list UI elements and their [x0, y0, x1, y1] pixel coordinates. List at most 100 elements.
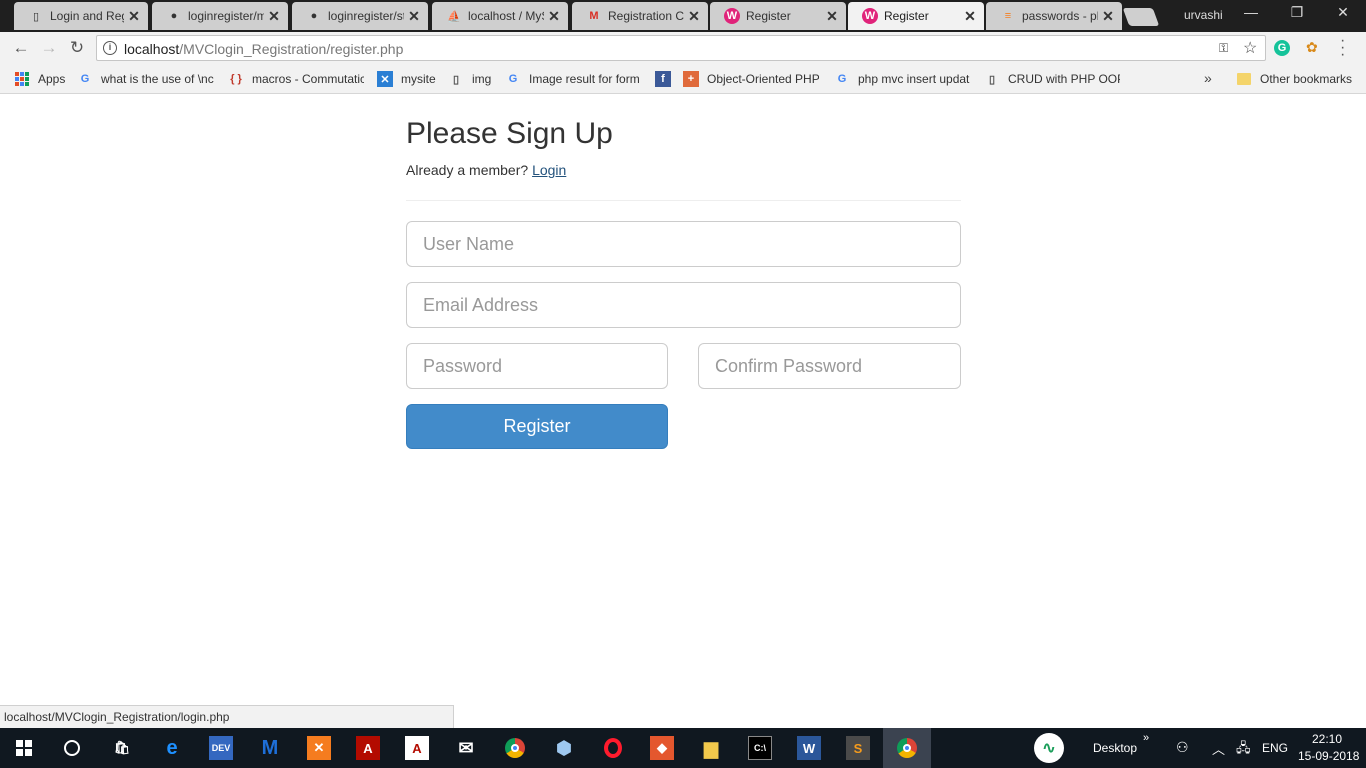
- bookmark-image-result[interactable]: G Image result for form: [505, 71, 641, 87]
- page-content: Please Sign Up Already a member? Login R…: [0, 95, 1366, 728]
- grammarly-icon[interactable]: G: [1274, 40, 1290, 56]
- member-prompt: Already a member? Login: [406, 162, 567, 178]
- forward-arrow-icon[interactable]: →: [38, 37, 60, 59]
- tab-loginregister-st[interactable]: ● loginregister/st ✕: [292, 2, 428, 30]
- tab-title: localhost / MyS: [468, 9, 544, 23]
- tab-phpmyadmin[interactable]: ⛵ localhost / MyS ✕: [432, 2, 568, 30]
- close-icon[interactable]: ✕: [408, 8, 420, 25]
- bookmark-apps[interactable]: Apps: [14, 71, 65, 87]
- xampp-icon: ✕: [377, 71, 393, 87]
- cortana-icon[interactable]: [60, 736, 84, 760]
- xampp-icon[interactable]: ✕: [307, 736, 331, 760]
- acrobat-reader-icon[interactable]: A: [405, 736, 429, 760]
- info-icon[interactable]: i: [103, 41, 117, 55]
- page-icon: ▯: [452, 73, 460, 86]
- language-indicator[interactable]: ENG: [1262, 741, 1288, 755]
- tab-loginregister-m[interactable]: ● loginregister/m ✕: [152, 2, 288, 30]
- bookmark-facebook[interactable]: f: [655, 71, 679, 87]
- windows-start-icon[interactable]: [12, 736, 36, 760]
- chevron-more-icon[interactable]: »: [1204, 70, 1212, 86]
- app-red-icon[interactable]: ◆: [650, 736, 674, 760]
- bookmark-other-bookmarks[interactable]: Other bookmarks: [1236, 71, 1352, 87]
- file-explorer-icon[interactable]: ▆: [699, 736, 723, 760]
- folder-icon: [1236, 71, 1252, 87]
- register-button[interactable]: Register: [406, 404, 668, 449]
- tab-strip: ▯ Login and Reg ✕ ● loginregister/m ✕ ● …: [0, 0, 1366, 32]
- wamp-icon: W: [724, 8, 740, 24]
- word-icon[interactable]: W: [797, 736, 821, 760]
- google-icon: G: [80, 73, 90, 85]
- github-icon: ●: [170, 10, 178, 22]
- activity-monitor-icon[interactable]: ∿: [1034, 733, 1064, 763]
- username-input[interactable]: [406, 221, 961, 267]
- close-icon[interactable]: ✕: [128, 8, 140, 25]
- tab-login-and-reg[interactable]: ▯ Login and Reg ✕: [14, 2, 148, 30]
- people-icon[interactable]: ⚇: [1176, 739, 1189, 756]
- google-icon: G: [837, 73, 847, 85]
- chrome-icon[interactable]: [503, 736, 527, 760]
- wamp-icon: W: [862, 8, 878, 24]
- clock-date[interactable]: 15-09-2018: [1298, 749, 1359, 763]
- password-input[interactable]: [406, 343, 668, 389]
- divider: [406, 200, 961, 201]
- clock-time[interactable]: 22:10: [1312, 732, 1342, 746]
- browser-toolbar: ← → ↻ i localhost/MVClogin_Registration/…: [0, 32, 1366, 64]
- malwarebytes-icon[interactable]: M: [258, 736, 282, 760]
- bookmark-star-icon[interactable]: ☆: [1243, 38, 1257, 58]
- key-icon[interactable]: ⚿: [1219, 41, 1228, 56]
- google-icon: G: [508, 73, 518, 85]
- devcpp-icon[interactable]: DEV: [209, 736, 233, 760]
- email-input[interactable]: [406, 282, 961, 328]
- close-icon[interactable]: ✕: [688, 8, 700, 25]
- bookmark-php-mvc-insert[interactable]: G php mvc insert updat: [834, 71, 972, 87]
- acrobat-icon[interactable]: A: [356, 736, 380, 760]
- bookmark-mysite[interactable]: ✕ mysite: [377, 71, 436, 87]
- chrome-active-icon[interactable]: [895, 736, 919, 760]
- tab-title: Registration Co: [608, 9, 684, 23]
- back-arrow-icon[interactable]: ←: [10, 37, 32, 59]
- minimize-icon[interactable]: —: [1236, 4, 1266, 20]
- opera-icon[interactable]: [601, 736, 625, 760]
- menu-dots-icon[interactable]: · · ·: [1340, 33, 1345, 63]
- bookmark-what-is-the-use[interactable]: G what is the use of \nc: [77, 71, 215, 87]
- confirm-password-input[interactable]: [698, 343, 961, 389]
- tab-title: loginregister/m: [188, 9, 264, 23]
- cmd-icon[interactable]: C:\: [748, 736, 772, 760]
- login-link[interactable]: Login: [532, 162, 566, 178]
- mail-icon[interactable]: ✉: [454, 736, 478, 760]
- close-icon[interactable]: ✕: [268, 8, 280, 25]
- reload-icon[interactable]: ↻: [66, 37, 88, 59]
- close-icon[interactable]: ✕: [964, 8, 976, 25]
- bookmarks-bar: Apps G what is the use of \nc { } macros…: [0, 64, 1366, 94]
- plus-icon: +: [683, 71, 699, 87]
- close-icon[interactable]: ✕: [548, 8, 560, 25]
- close-icon[interactable]: ✕: [826, 8, 838, 25]
- chevron-right-icon[interactable]: »: [1143, 732, 1149, 744]
- network-icon[interactable]: 🖧: [1236, 739, 1251, 761]
- extension-icon[interactable]: ✿: [1306, 39, 1318, 56]
- tab-register-active[interactable]: W Register ✕: [848, 2, 984, 30]
- url-text[interactable]: localhost/MVClogin_Registration/register…: [124, 41, 403, 57]
- close-icon[interactable]: ✕: [1102, 8, 1114, 25]
- desktop-toolbar-label[interactable]: Desktop: [1093, 741, 1137, 755]
- tab-passwords[interactable]: ≡ passwords - ph ✕: [986, 2, 1122, 30]
- tab-registration-co[interactable]: M Registration Co ✕: [572, 2, 708, 30]
- window-close-icon[interactable]: ✕: [1328, 4, 1358, 21]
- address-bar[interactable]: i localhost/MVClogin_Registration/regist…: [96, 35, 1266, 61]
- tab-title: Register: [746, 9, 791, 23]
- apps-grid-icon: [14, 71, 30, 87]
- edge-icon[interactable]: e: [160, 736, 184, 760]
- new-tab-button[interactable]: [1122, 8, 1160, 26]
- bookmark-img[interactable]: ▯ img: [448, 71, 491, 87]
- bookmark-macros[interactable]: { } macros - Commutatic: [228, 71, 364, 87]
- restore-icon[interactable]: ❐: [1282, 4, 1312, 21]
- profile-name[interactable]: urvashi: [1184, 8, 1223, 22]
- tab-title: Register: [884, 9, 929, 23]
- tab-register-1[interactable]: W Register ✕: [710, 2, 846, 30]
- chevron-up-icon[interactable]: ︿: [1212, 739, 1225, 758]
- sublime-icon[interactable]: S: [846, 736, 870, 760]
- store-icon[interactable]: 🛍: [110, 736, 134, 760]
- virtualbox-icon[interactable]: ⬢: [552, 736, 576, 760]
- bookmark-crud-php-oop[interactable]: ▯ CRUD with PHP OOP: [984, 71, 1120, 87]
- bookmark-object-oriented-php[interactable]: + Object-Oriented PHP: [683, 71, 819, 87]
